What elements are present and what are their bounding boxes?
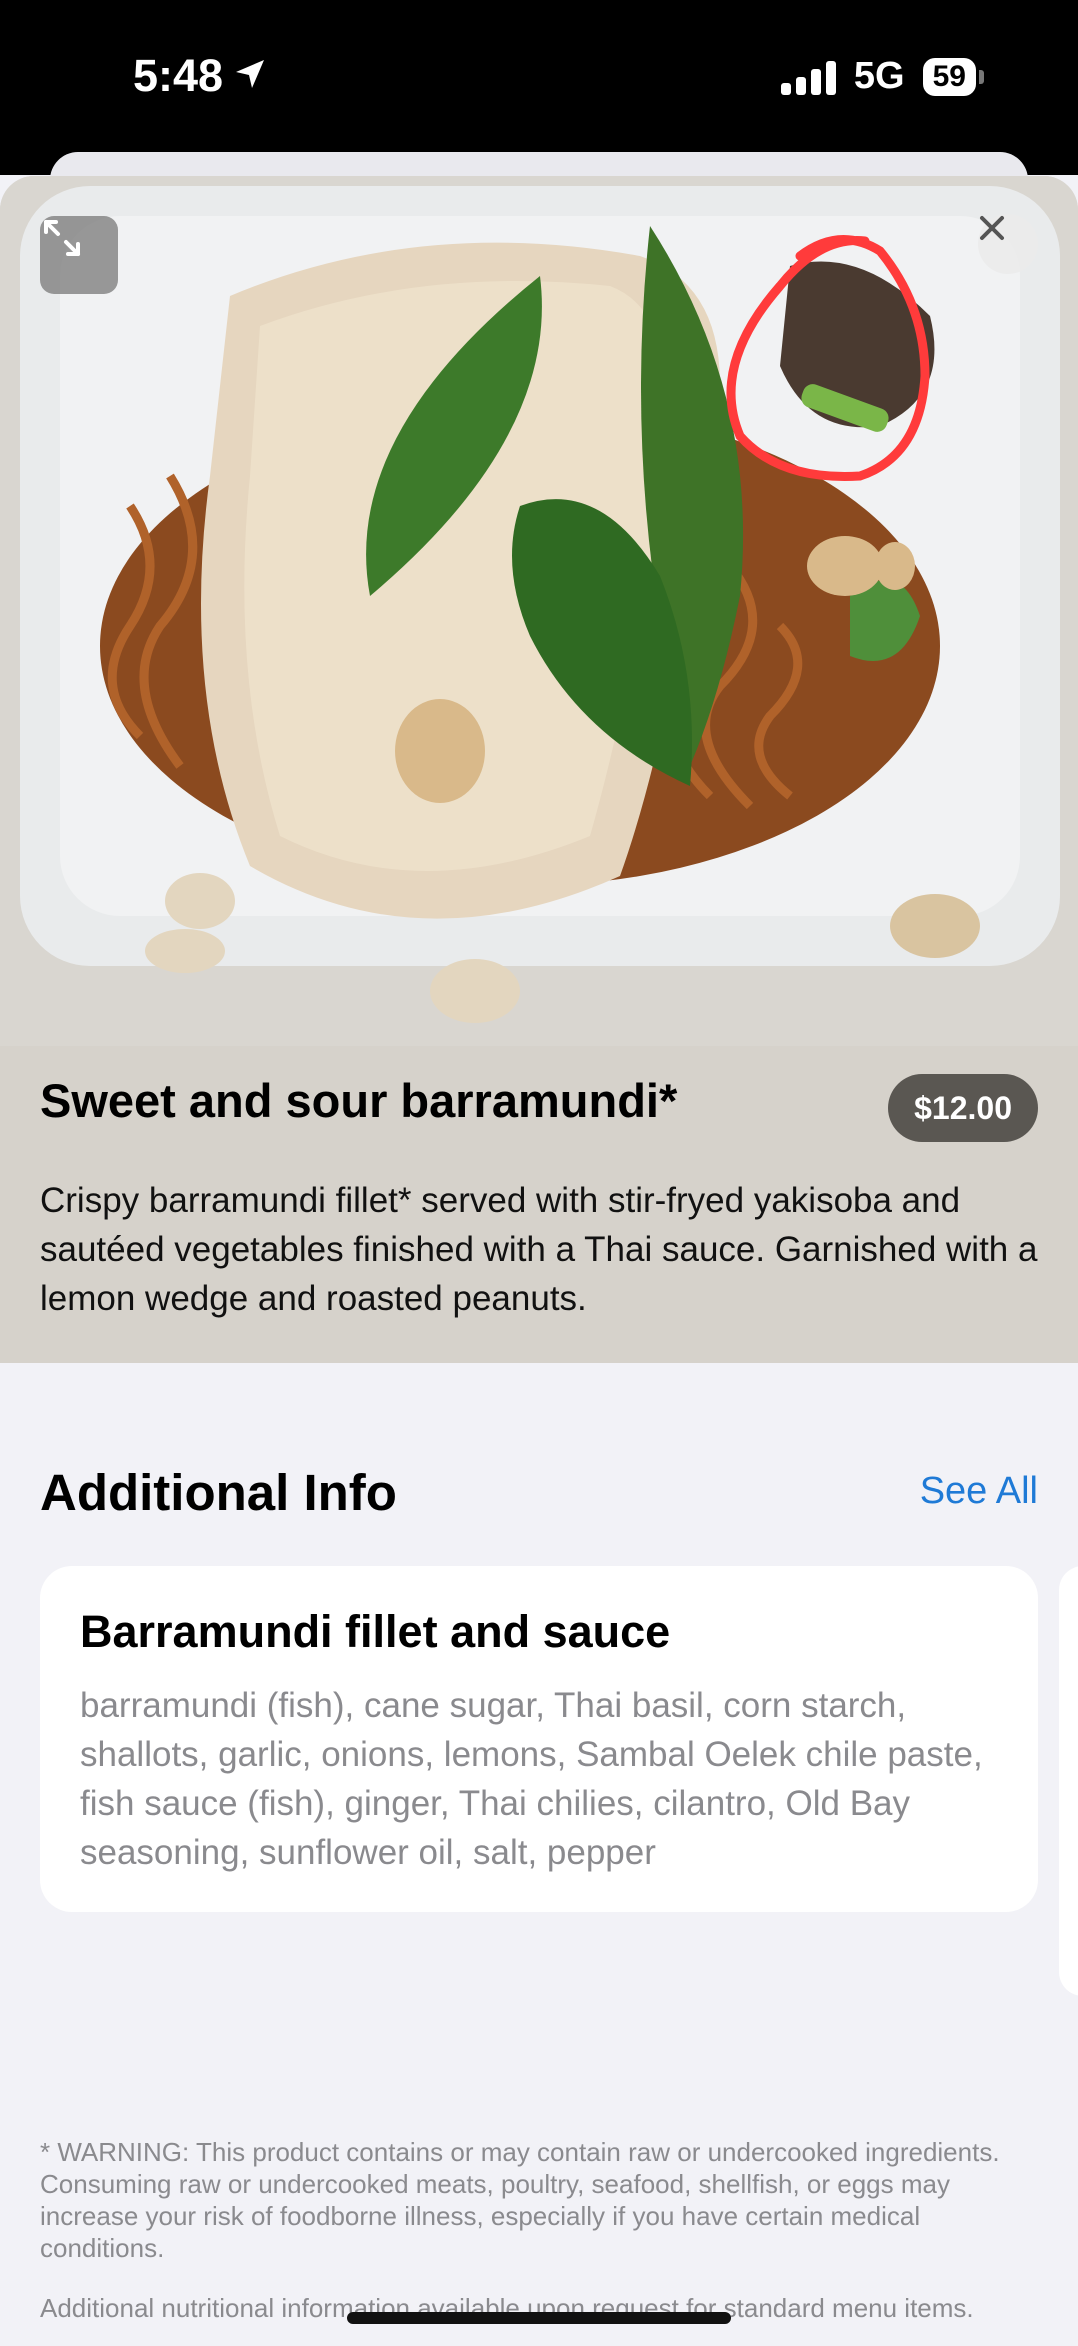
info-card-title: Barramundi fillet and sauce bbox=[80, 1606, 671, 1657]
see-all-link[interactable]: See All bbox=[920, 1470, 1038, 1513]
item-title: Sweet and sour barramundi* bbox=[40, 1074, 678, 1127]
status-bar: 5:48 5G 59 bbox=[0, 0, 1078, 175]
network-type: 5G bbox=[853, 55, 905, 97]
home-indicator[interactable] bbox=[347, 2312, 731, 2324]
close-button[interactable] bbox=[978, 214, 1038, 274]
raw-food-warning: * WARNING: This product contains or may … bbox=[40, 2137, 1000, 2263]
location-arrow-icon bbox=[233, 50, 267, 102]
item-photo: Sweet and sour barramundi* $12.00 Crispy… bbox=[0, 176, 1078, 1363]
food-photo bbox=[0, 176, 1078, 1056]
status-indicators: 5G 59 bbox=[780, 55, 985, 98]
info-card[interactable]: Barramundi fillet and sauce barramundi (… bbox=[40, 1566, 1038, 1912]
info-card-ingredients: barramundi (fish), cane sugar, Thai basi… bbox=[80, 1686, 983, 1872]
battery-level: 59 bbox=[932, 59, 966, 93]
clock: 5:48 bbox=[133, 50, 224, 101]
next-info-card-peek[interactable] bbox=[1059, 1566, 1078, 1996]
item-detail-sheet: Sweet and sour barramundi* $12.00 Crispy… bbox=[0, 176, 1078, 2346]
item-description: Crispy barramundi fillet* served with st… bbox=[40, 1181, 1038, 1318]
status-time: 5:48 bbox=[133, 50, 267, 102]
price-badge: $12.00 bbox=[888, 1074, 1038, 1142]
additional-info-heading: Additional Info bbox=[40, 1464, 397, 1521]
battery-icon: 59 bbox=[922, 57, 985, 96]
signal-icon bbox=[780, 59, 836, 95]
expand-photo-button[interactable] bbox=[40, 216, 118, 294]
